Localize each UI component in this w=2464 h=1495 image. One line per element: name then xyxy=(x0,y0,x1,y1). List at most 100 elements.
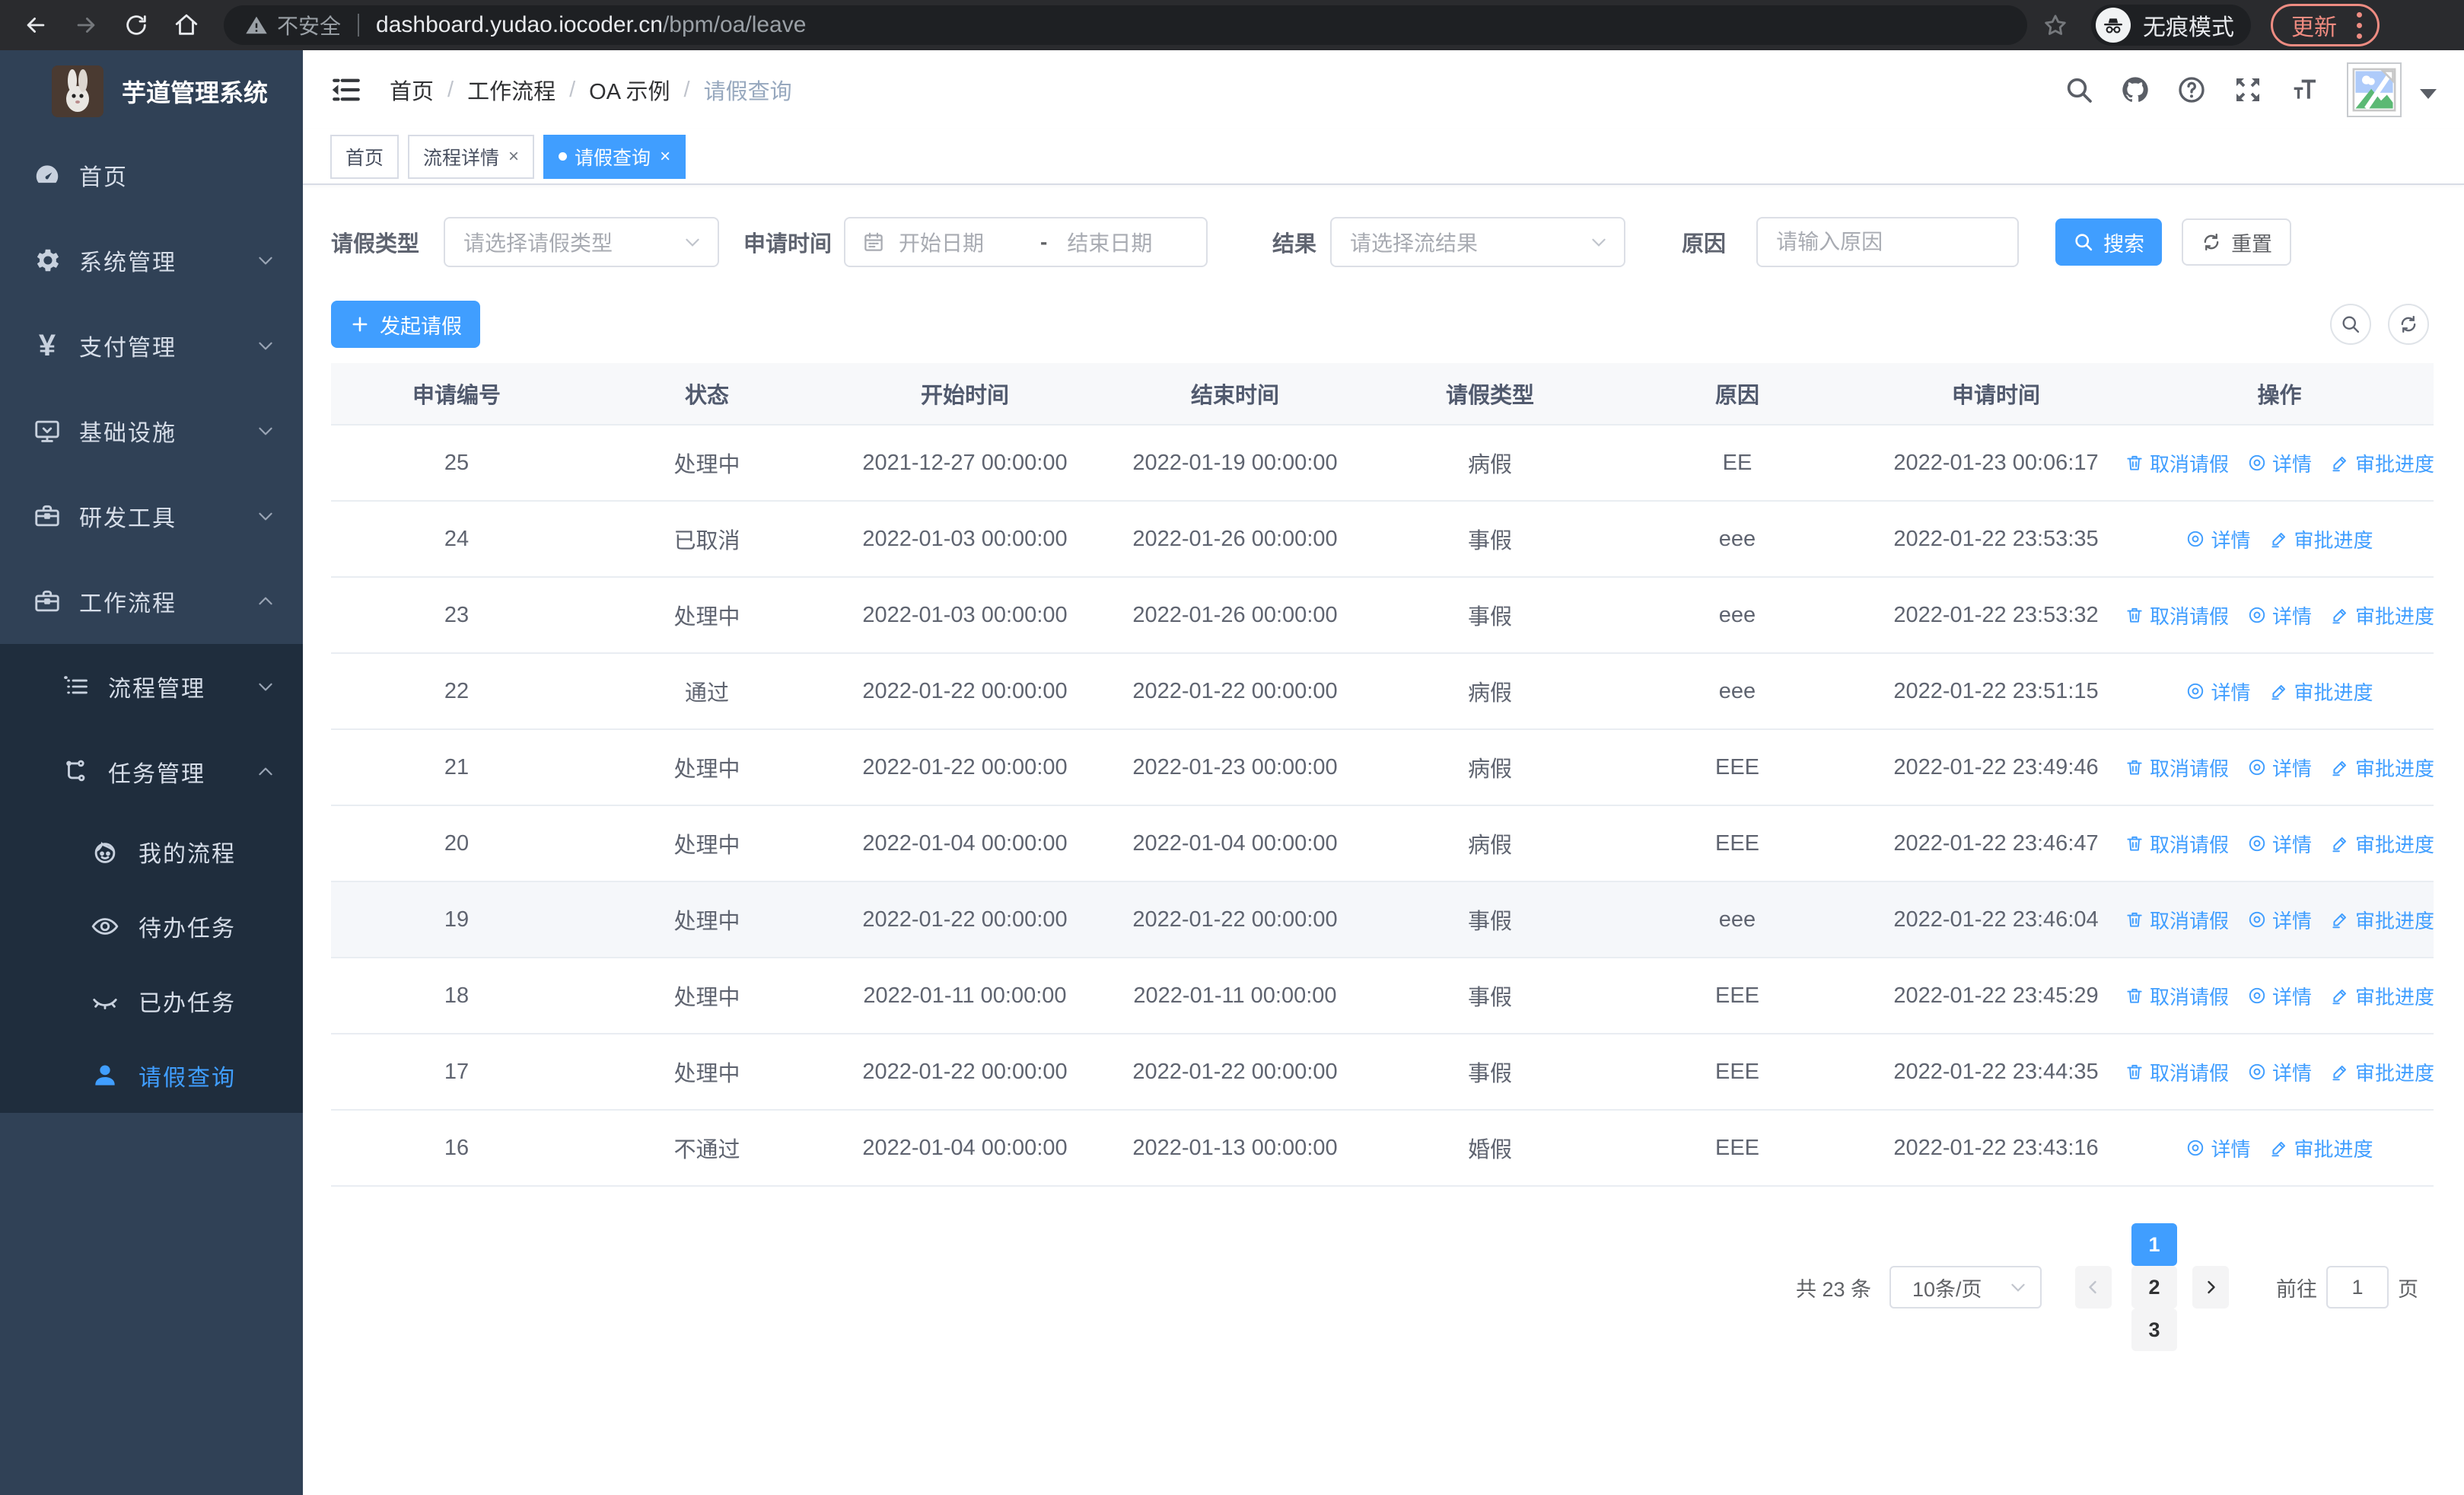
action-cancel-link[interactable]: 取消请假 xyxy=(2125,754,2229,782)
fullscreen-icon[interactable] xyxy=(2233,75,2263,105)
sidebar-item-process-mgmt[interactable]: 流程管理 xyxy=(0,644,303,729)
create-leave-button[interactable]: 发起请假 xyxy=(331,301,480,348)
action-detail-link[interactable]: 详情 xyxy=(2247,1058,2312,1086)
action-progress-link[interactable]: 审批进度 xyxy=(2269,1134,2373,1162)
breadcrumb-item[interactable]: OA 示例 xyxy=(589,74,670,106)
reload-icon[interactable] xyxy=(122,11,151,40)
sidebar-item-devtools[interactable]: 研发工具 xyxy=(0,473,303,559)
reason-input[interactable] xyxy=(1776,230,2000,254)
sidebar-item-label: 流程管理 xyxy=(108,677,205,702)
action-progress-link[interactable]: 审批进度 xyxy=(2330,754,2434,782)
back-icon[interactable] xyxy=(21,11,50,40)
sidebar-fold-icon[interactable] xyxy=(330,74,362,106)
reset-button[interactable]: 重置 xyxy=(2182,218,2292,266)
action-detail-link[interactable]: 详情 xyxy=(2247,601,2312,630)
sidebar-item-workflow[interactable]: 工作流程 xyxy=(0,559,303,644)
page-size-select[interactable]: 10条/页 xyxy=(1889,1266,2042,1309)
action-detail-link[interactable]: 详情 xyxy=(2185,525,2251,553)
delete-icon xyxy=(2125,1062,2144,1082)
sidebar-item-payment[interactable]: ¥ 支付管理 xyxy=(0,303,303,388)
action-progress-link[interactable]: 审批进度 xyxy=(2330,601,2434,630)
help-icon[interactable] xyxy=(2176,75,2207,105)
page-button-1[interactable]: 1 xyxy=(2131,1223,2177,1266)
tab-process-detail[interactable]: 流程详情 × xyxy=(408,134,535,179)
goto-page-input[interactable] xyxy=(2326,1266,2389,1309)
close-tab-icon[interactable]: × xyxy=(660,146,670,167)
font-size-icon[interactable] xyxy=(2289,75,2319,105)
hide-search-icon-button[interactable] xyxy=(2330,304,2371,345)
action-progress-link[interactable]: 审批进度 xyxy=(2330,906,2434,934)
update-label[interactable]: 更新 xyxy=(2291,8,2337,42)
tab-home[interactable]: 首页 xyxy=(330,134,400,179)
action-cancel-link[interactable]: 取消请假 xyxy=(2125,601,2229,630)
breadcrumb-item[interactable]: 首页 xyxy=(390,74,434,106)
home-icon[interactable] xyxy=(172,11,201,40)
browser-menu-icon[interactable] xyxy=(2352,8,2367,43)
bookmark-star-icon[interactable] xyxy=(2041,11,2070,40)
view-icon xyxy=(2247,453,2267,473)
action-detail-link[interactable]: 详情 xyxy=(2247,982,2312,1010)
page-button-2[interactable]: 2 xyxy=(2131,1266,2177,1309)
action-cancel-link[interactable]: 取消请假 xyxy=(2125,906,2229,934)
tab-leave-query[interactable]: 请假查询 × xyxy=(543,134,686,179)
sidebar-item-home[interactable]: 首页 xyxy=(0,132,303,218)
action-detail-link[interactable]: 详情 xyxy=(2247,449,2312,477)
leave-type-select[interactable]: 请选择请假类型 xyxy=(444,217,720,267)
pagination: 共 23 条 10条/页 123 前往 页 xyxy=(331,1223,2435,1351)
sidebar-item-infra[interactable]: 基础设施 xyxy=(0,388,303,473)
sidebar-item-system[interactable]: 系统管理 xyxy=(0,218,303,303)
action-detail-link[interactable]: 详情 xyxy=(2185,677,2251,706)
action-detail-link[interactable]: 详情 xyxy=(2247,754,2312,782)
sidebar-item-my-process[interactable]: 我的流程 xyxy=(0,814,303,889)
close-tab-icon[interactable]: × xyxy=(508,146,519,167)
page-button-3[interactable]: 3 xyxy=(2131,1309,2177,1351)
breadcrumb-item: 请假查询 xyxy=(703,80,792,104)
sidebar-item-leave-query[interactable]: 请假查询 xyxy=(0,1038,303,1113)
refresh-table-icon-button[interactable] xyxy=(2388,304,2429,345)
leave-type-label: 请假类型 xyxy=(331,232,420,257)
end-date-placeholder[interactable]: 结束日期 xyxy=(1067,227,1189,257)
cell-apply-time: 2022-01-22 23:51:15 xyxy=(1893,678,2099,703)
forward-icon[interactable] xyxy=(72,11,100,40)
sidebar-item-todo-tasks[interactable]: 待办任务 xyxy=(0,889,303,964)
edit-icon xyxy=(2330,834,2350,853)
github-icon[interactable] xyxy=(2120,75,2150,105)
cell-end-time: 2022-01-23 00:00:00 xyxy=(1132,754,1338,779)
address-bar[interactable]: 不安全 dashboard.yudao.iocoder.cn/bpm/oa/le… xyxy=(224,5,2027,45)
action-detail-link[interactable]: 详情 xyxy=(2247,830,2312,858)
action-cancel-link[interactable]: 取消请假 xyxy=(2125,1058,2229,1086)
action-label: 审批进度 xyxy=(2355,909,2435,932)
action-progress-link[interactable]: 审批进度 xyxy=(2330,982,2434,1010)
sidebar-item-task-mgmt[interactable]: 任务管理 xyxy=(0,729,303,814)
header-search-icon[interactable] xyxy=(2064,75,2094,105)
security-warning-icon[interactable] xyxy=(245,14,268,37)
action-detail-link[interactable]: 详情 xyxy=(2247,906,2312,934)
security-warning-label[interactable]: 不安全 xyxy=(277,10,341,40)
action-progress-link[interactable]: 审批进度 xyxy=(2269,677,2373,706)
result-select[interactable]: 请选择流结果 xyxy=(1330,217,1626,267)
start-date-placeholder[interactable]: 开始日期 xyxy=(899,227,1020,257)
action-cancel-link[interactable]: 取消请假 xyxy=(2125,830,2229,858)
action-progress-link[interactable]: 审批进度 xyxy=(2269,525,2373,553)
cell-actions: 取消请假 详情 审批进度 xyxy=(2125,882,2434,957)
browser-update-chip[interactable]: 更新 xyxy=(2271,4,2380,46)
prev-page-button[interactable] xyxy=(2075,1266,2112,1309)
action-detail-link[interactable]: 详情 xyxy=(2185,1134,2251,1162)
action-progress-link[interactable]: 审批进度 xyxy=(2330,830,2434,858)
delete-icon xyxy=(2125,910,2144,929)
next-page-button[interactable] xyxy=(2192,1266,2229,1309)
avatar-caret-icon[interactable] xyxy=(2420,88,2437,99)
action-progress-link[interactable]: 审批进度 xyxy=(2330,1058,2434,1086)
table-toolbar: 发起请假 xyxy=(331,301,2435,348)
apply-time-range-picker[interactable]: 开始日期 - 结束日期 xyxy=(844,217,1208,267)
action-progress-link[interactable]: 审批进度 xyxy=(2330,449,2434,477)
breadcrumb-item[interactable]: 工作流程 xyxy=(467,74,556,106)
action-cancel-link[interactable]: 取消请假 xyxy=(2125,982,2229,1010)
search-button[interactable]: 搜索 xyxy=(2055,218,2163,266)
cell-id: 17 xyxy=(444,1059,470,1084)
avatar[interactable] xyxy=(2347,62,2402,117)
cell-leave-type: 事假 xyxy=(1467,1062,1512,1086)
action-cancel-link[interactable]: 取消请假 xyxy=(2125,449,2229,477)
action-label: 取消请假 xyxy=(2149,909,2229,932)
sidebar-item-done-tasks[interactable]: 已办任务 xyxy=(0,964,303,1038)
